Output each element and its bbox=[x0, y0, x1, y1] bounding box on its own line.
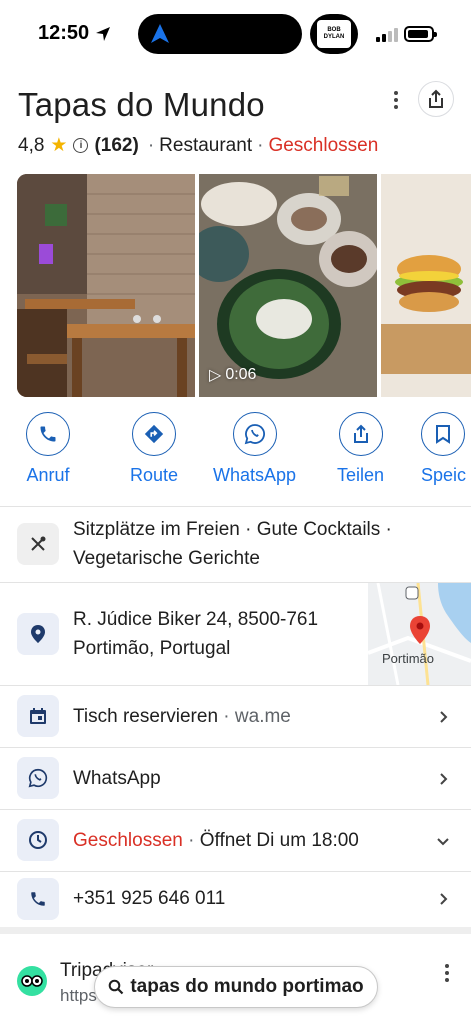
separator: · bbox=[223, 706, 230, 727]
source-more-button[interactable] bbox=[442, 964, 452, 984]
phone-row[interactable]: +351 925 646 011 bbox=[0, 872, 471, 927]
save-action[interactable]: Speic bbox=[421, 412, 466, 486]
call-button[interactable] bbox=[26, 412, 70, 456]
location-pin-icon bbox=[17, 613, 59, 655]
hours-text: Geschlossen · Öffnet Di um 18:00 bbox=[73, 826, 359, 855]
chevron-right-icon bbox=[440, 893, 448, 905]
map-thumbnail[interactable]: Portimão bbox=[368, 583, 471, 685]
share-icon bbox=[429, 89, 443, 108]
separator: · bbox=[147, 134, 155, 156]
clock-text: 12:50 bbox=[38, 22, 90, 44]
cutlery-icon bbox=[17, 523, 59, 565]
save-button[interactable] bbox=[421, 412, 465, 456]
chevron-right-icon bbox=[440, 711, 448, 723]
burger-photo-art bbox=[381, 174, 471, 397]
search-query-text: tapas do mundo portimao bbox=[130, 976, 364, 997]
separator: · bbox=[257, 134, 264, 156]
burger-photo[interactable] bbox=[381, 174, 471, 397]
more-options-button[interactable] bbox=[386, 88, 406, 112]
food-video-art bbox=[199, 174, 377, 397]
route-label: Route bbox=[130, 465, 179, 485]
review-count[interactable]: (162) bbox=[94, 135, 138, 157]
video-duration: 0:06 bbox=[225, 366, 257, 383]
address-line-2: Portimão, Portugal bbox=[73, 638, 231, 659]
address-text: R. Júdice Biker 24, 8500-761 Portimão, P… bbox=[73, 605, 318, 663]
location-arrow-icon bbox=[96, 26, 111, 41]
call-action[interactable]: Anruf bbox=[26, 412, 70, 486]
star-icon: ★ bbox=[50, 135, 68, 156]
reserve-row[interactable]: Tisch reservieren · wa.me bbox=[0, 686, 471, 747]
cellular-signal-icon bbox=[376, 28, 398, 42]
share-label: Teilen bbox=[337, 465, 385, 485]
map-pin-icon bbox=[410, 616, 430, 644]
video-duration-badge: ▷ 0:06 bbox=[209, 365, 256, 385]
directions-icon bbox=[144, 424, 164, 444]
header-share-button[interactable] bbox=[418, 81, 454, 117]
chevron-right-icon bbox=[440, 773, 448, 785]
hours-opens: Öffnet Di um 18:00 bbox=[199, 830, 359, 851]
dynamic-island[interactable] bbox=[138, 14, 302, 54]
share-button[interactable] bbox=[338, 412, 383, 456]
phone-number: +351 925 646 011 bbox=[73, 888, 226, 909]
reserve-text: Tisch reservieren · wa.me bbox=[73, 702, 291, 731]
share-icon bbox=[353, 424, 368, 443]
now-playing-indicator[interactable]: BOB DYLAN bbox=[310, 14, 358, 54]
open-status: Geschlossen bbox=[268, 134, 379, 156]
route-action[interactable]: Route bbox=[130, 412, 178, 486]
play-icon: ▷ bbox=[209, 367, 222, 384]
whatsapp-row[interactable]: WhatsApp bbox=[0, 748, 471, 809]
album-art: BOB DYLAN bbox=[317, 20, 351, 48]
status-bar: 12:50 BOB DYLAN bbox=[0, 0, 471, 70]
map-city-label: Portimão bbox=[382, 651, 435, 666]
save-label: Speic bbox=[421, 465, 467, 485]
reserve-source: wa.me bbox=[234, 706, 291, 727]
interior-photo-art bbox=[17, 174, 195, 397]
bookmark-icon bbox=[436, 425, 450, 444]
hours-row[interactable]: Geschlossen · Öffnet Di um 18:00 bbox=[0, 810, 471, 871]
whatsapp-icon bbox=[244, 424, 265, 445]
clock-icon bbox=[17, 819, 59, 861]
battery-icon bbox=[404, 26, 437, 42]
phone-icon bbox=[40, 426, 56, 442]
place-category: Restaurant bbox=[159, 134, 253, 156]
call-label: Anruf bbox=[26, 465, 70, 485]
whatsapp-icon bbox=[17, 757, 59, 799]
features-row[interactable]: Sitzplätze im Freien · Gute Cocktails · … bbox=[0, 507, 471, 582]
share-action[interactable]: Teilen bbox=[337, 412, 384, 486]
address-line-1: R. Júdice Biker 24, 8500-761 bbox=[73, 609, 319, 630]
source-url[interactable]: https bbox=[60, 986, 97, 1006]
section-separator bbox=[0, 927, 471, 934]
status-time: 12:50 bbox=[38, 22, 111, 45]
food-video[interactable]: ▷ 0:06 bbox=[199, 174, 377, 397]
navigation-icon bbox=[151, 24, 169, 43]
whatsapp-label: WhatsApp bbox=[213, 465, 297, 485]
interior-photo[interactable] bbox=[17, 174, 195, 397]
whatsapp-action[interactable]: WhatsApp bbox=[213, 412, 296, 486]
phone-icon bbox=[17, 878, 59, 920]
info-icon[interactable]: i bbox=[73, 138, 89, 153]
whatsapp-text: WhatsApp bbox=[73, 768, 161, 789]
place-meta: 4,8 ★ i (162) · Restaurant · Geschlossen bbox=[18, 134, 378, 157]
calendar-icon bbox=[17, 695, 59, 737]
tripadvisor-logo-icon bbox=[17, 966, 47, 996]
features-line-1: Sitzplätze im Freien · Gute Cocktails · bbox=[73, 519, 392, 540]
features-line-2: Vegetarische Gerichte bbox=[73, 548, 260, 569]
hours-status: Geschlossen bbox=[73, 830, 183, 851]
chevron-down-icon[interactable] bbox=[436, 834, 450, 848]
action-bar: Anruf Route WhatsApp Teilen Speic bbox=[0, 412, 471, 492]
photo-carousel[interactable]: ▷ 0:06 bbox=[17, 174, 471, 397]
features-text: Sitzplätze im Freien · Gute Cocktails · … bbox=[73, 515, 392, 573]
separator: · bbox=[188, 830, 195, 851]
rating-value: 4,8 bbox=[18, 134, 45, 156]
place-title: Tapas do Mundo bbox=[18, 86, 265, 123]
search-query-pill[interactable]: tapas do mundo portimao bbox=[94, 966, 378, 1008]
route-button[interactable] bbox=[132, 412, 177, 456]
reserve-label: Tisch reservieren bbox=[73, 706, 219, 727]
search-icon bbox=[109, 979, 124, 995]
whatsapp-button[interactable] bbox=[232, 412, 277, 456]
